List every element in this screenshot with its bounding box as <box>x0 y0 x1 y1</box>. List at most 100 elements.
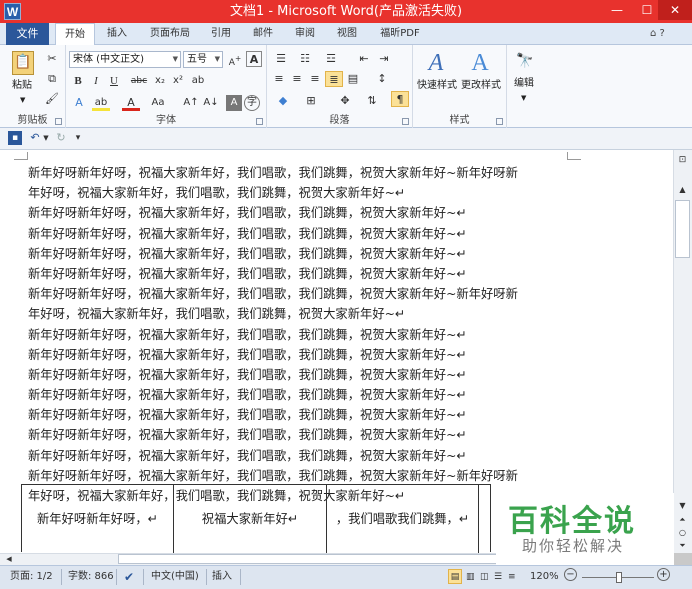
tab-mailings[interactable]: 邮件 <box>246 23 280 45</box>
zoom-slider-thumb[interactable] <box>616 572 622 583</box>
editing-button[interactable]: 编辑 <box>514 77 534 91</box>
shrink-font-button[interactable]: A↓ <box>202 95 220 111</box>
binoculars-icon[interactable]: 🔭 <box>515 51 535 71</box>
redo-icon[interactable]: ↻ <box>54 131 68 145</box>
document-body[interactable]: 新年好呀新年好呀，祝福大家新年好，我们唱歌，我们跳舞，祝贺大家新年好~新年好呀新… <box>28 163 573 506</box>
highlight-button[interactable]: ab <box>92 95 110 111</box>
tab-file[interactable]: 文件 <box>6 23 49 45</box>
font-name-select[interactable]: 宋体 (中文正文) ▼ <box>69 51 181 68</box>
italic-button[interactable]: I <box>88 73 104 89</box>
change-styles-icon[interactable]: A <box>467 49 493 77</box>
watermark-subtitle: 助你轻松解决 <box>522 537 625 555</box>
styles-group-label: 样式 <box>449 115 470 126</box>
page-count[interactable]: 页面: 1/2 <box>10 570 53 584</box>
web-layout-icon[interactable]: ◫ <box>480 570 489 584</box>
tab-references[interactable]: 引用 <box>204 23 238 45</box>
tab-insert[interactable]: 插入 <box>98 23 136 45</box>
numbering-icon[interactable]: ☷ <box>295 51 315 67</box>
tab-review[interactable]: 审阅 <box>288 23 322 45</box>
strikethrough-button[interactable]: abc <box>128 73 150 89</box>
proofing-icon[interactable]: ✔ <box>124 570 134 584</box>
change-case-button[interactable]: Aa <box>148 95 168 111</box>
zoom-out-button[interactable]: − <box>564 568 577 581</box>
multilevel-list-icon[interactable]: ☲ <box>319 51 343 67</box>
increase-indent-icon[interactable]: ⇥ <box>375 51 393 67</box>
full-screen-reading-icon[interactable]: ▥ <box>466 570 475 584</box>
zoom-level[interactable]: 120% <box>530 570 559 584</box>
document-table[interactable]: 新年好呀新年好呀，↵ 祝福大家新年好↵ ，我们唱歌我们跳舞，↵ <box>21 484 491 553</box>
scroll-down-icon[interactable]: ▼ <box>675 498 690 510</box>
tab-page-layout[interactable]: 页面布局 <box>140 23 200 45</box>
word-app-icon[interactable]: W <box>4 3 21 20</box>
paste-button[interactable]: 粘贴 <box>12 79 32 93</box>
grow-font-icon[interactable]: A+ <box>226 51 244 68</box>
shading-icon[interactable]: ◆ <box>271 93 295 109</box>
language-indicator[interactable]: 中文(中国) <box>151 570 199 584</box>
show-marks-icon[interactable]: ¶ <box>391 91 409 107</box>
tab-view[interactable]: 视图 <box>330 23 364 45</box>
chinese-layout-icon[interactable]: ✥ <box>333 93 357 109</box>
font-launcher[interactable] <box>256 118 263 125</box>
paste-dropdown-icon[interactable]: ▼ <box>20 93 25 107</box>
insert-mode[interactable]: 插入 <box>212 570 232 584</box>
quick-access-toolbar: ▪ ↶ ▼ ↻ ▾ <box>0 128 692 150</box>
minimize-button[interactable]: — <box>602 0 632 20</box>
quick-styles-icon[interactable]: A <box>423 49 449 77</box>
format-painter-icon[interactable]: 🖌 <box>44 91 60 107</box>
bullets-icon[interactable]: ☰ <box>271 51 291 67</box>
align-right-icon[interactable]: ≡ <box>307 71 323 87</box>
decrease-indent-icon[interactable]: ⇤ <box>355 51 373 67</box>
next-page-icon[interactable]: ⏷ <box>675 538 690 550</box>
enclose-char-button[interactable]: 字 <box>244 95 260 111</box>
save-icon[interactable]: ▪ <box>8 131 22 145</box>
text-effects-button[interactable]: A <box>70 95 88 111</box>
underline-button[interactable]: U <box>106 73 122 89</box>
draft-icon[interactable]: ≡ <box>508 570 516 584</box>
table-cell[interactable]: ，我们唱歌我们跳舞，↵ <box>327 485 479 553</box>
undo-icon[interactable]: ↶ <box>28 131 42 145</box>
bold-button[interactable]: B <box>70 73 86 89</box>
zoom-in-button[interactable]: + <box>657 568 670 581</box>
word-count[interactable]: 字数: 866 <box>68 570 114 584</box>
print-layout-icon[interactable]: ▤ <box>448 569 462 584</box>
undo-dropdown-icon[interactable]: ▼ <box>42 131 50 145</box>
table-cell[interactable]: 祝福大家新年好↵ <box>174 485 327 553</box>
paste-icon[interactable]: 📋 <box>12 51 34 75</box>
help-icon[interactable]: ⌂ ? <box>650 28 665 39</box>
tab-foxit-pdf[interactable]: 福昕PDF <box>372 23 428 45</box>
align-left-icon[interactable]: ≡ <box>271 71 287 87</box>
grow-font-button[interactable]: A↑ <box>182 95 200 111</box>
line-spacing-icon[interactable]: ↕ <box>371 71 393 87</box>
phonetic-guide-icon[interactable]: ab <box>190 73 206 89</box>
outline-icon[interactable]: ☰ <box>494 570 502 584</box>
browse-object-icon[interactable]: ○ <box>675 525 690 537</box>
styles-launcher[interactable] <box>496 118 503 125</box>
borders-icon[interactable]: ⊞ <box>299 93 323 109</box>
cut-icon[interactable]: ✂ <box>44 51 60 67</box>
sort-icon[interactable]: ⇅ <box>363 93 381 109</box>
font-color-button[interactable]: A <box>122 95 140 111</box>
paragraph-launcher[interactable] <box>402 118 409 125</box>
subscript-button[interactable]: x₂ <box>152 73 168 89</box>
ruler-toggle-icon[interactable]: ⊡ <box>675 152 690 168</box>
superscript-button[interactable]: x² <box>170 73 186 89</box>
change-styles-button[interactable]: 更改样式 <box>461 79 501 93</box>
scroll-left-icon[interactable]: ◀ <box>4 553 14 565</box>
scroll-up-icon[interactable]: ▲ <box>675 182 690 196</box>
tab-home[interactable]: 开始 <box>55 23 95 46</box>
customize-qat-button[interactable]: ▾ <box>72 131 84 145</box>
char-shading-button[interactable]: A <box>226 95 242 111</box>
copy-icon[interactable]: ⧉ <box>44 71 60 87</box>
quick-styles-button[interactable]: 快速样式 <box>417 79 457 93</box>
close-button[interactable]: ✕ <box>658 0 692 20</box>
clipboard-launcher[interactable] <box>55 118 62 125</box>
table-cell[interactable]: 新年好呀新年好呀，↵ <box>22 485 174 553</box>
distributed-icon[interactable]: ▤ <box>345 71 361 87</box>
justify-icon[interactable]: ≣ <box>325 71 343 87</box>
clear-format-icon[interactable]: A <box>246 51 262 67</box>
text-line: 新年好呀新年好呀，祝福大家新年好，我们唱歌，我们跳舞，祝贺大家新年好~↵ <box>28 428 467 443</box>
font-size-select[interactable]: 五号 ▼ <box>183 51 223 68</box>
previous-page-icon[interactable]: ⏶ <box>675 512 690 524</box>
align-center-icon[interactable]: ≡ <box>289 71 305 87</box>
vertical-scroll-thumb[interactable] <box>675 200 690 258</box>
